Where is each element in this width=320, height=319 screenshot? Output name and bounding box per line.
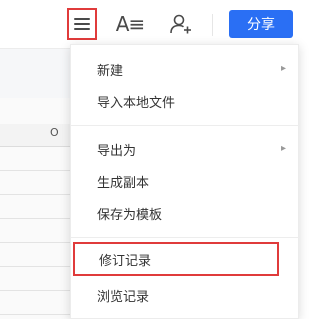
menu-item-label: 导入本地文件 [97,95,176,111]
grid-row-line [0,266,75,267]
menu-button[interactable] [67,8,97,40]
menu-item-make-copy[interactable]: 生成副本 [71,165,300,197]
file-menu-dropdown: 新建 ▸ 导入本地文件 导出为 ▸ 生成副本 保存为模板 修订记录 浏览记录 [70,44,300,319]
grid-row-line [0,170,75,171]
menu-item-label: 导出为 [97,143,137,159]
chevron-right-icon: ▸ [280,63,286,74]
share-button[interactable]: 分享 [229,10,293,38]
column-header-row [0,124,75,147]
menu-item-revision-history[interactable]: 修订记录 [73,242,279,276]
menu-item-export-as[interactable]: 导出为 ▸ [71,133,300,165]
menu-item-new[interactable]: 新建 ▸ [71,53,300,85]
hamburger-icon [74,17,90,31]
menu-item-label: 修订记录 [99,253,152,269]
add-collaborator-button[interactable] [166,10,196,38]
menu-item-label: 保存为模板 [97,207,163,223]
grid-row-line [0,194,75,195]
menu-item-label: 新建 [97,63,124,79]
add-user-icon [170,14,191,34]
menu-item-view-history[interactable]: 浏览记录 [71,279,300,311]
top-toolbar: A≡ 分享 [0,0,299,48]
chevron-right-icon: ▸ [280,143,286,154]
grid-row-line [0,242,75,243]
font-style-button[interactable]: A≡ [115,10,145,38]
font-style-icon: A≡ [115,12,145,36]
menu-item-import-local-file[interactable]: 导入本地文件 [71,85,300,117]
toolbar-divider [212,14,213,36]
menu-item-label: 浏览记录 [97,289,150,305]
menu-separator [71,125,300,126]
menu-item-label: 生成副本 [97,175,150,191]
grid-row-line [0,290,75,291]
menu-item-save-as-template[interactable]: 保存为模板 [71,197,300,229]
menu-separator [71,237,300,238]
grid-row-line [0,314,75,315]
grid-row-line [0,218,75,219]
column-header-o[interactable]: O [50,126,59,139]
